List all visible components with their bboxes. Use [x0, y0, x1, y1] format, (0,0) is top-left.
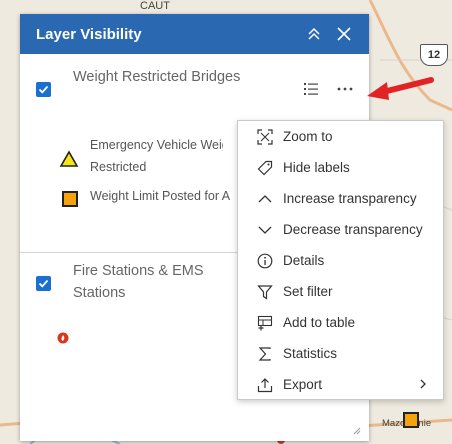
menu-item-details[interactable]: Details [238, 245, 443, 276]
legend-label-emergency-vehicle: Emergency Vehicle Weig [90, 138, 223, 152]
menu-label: Set filter [283, 284, 333, 299]
ellipsis-icon [337, 87, 353, 91]
table-add-icon [255, 313, 275, 333]
orange-square-symbol [62, 191, 78, 207]
route-shield: 12 [420, 44, 448, 66]
menu-label: Decrease transparency [283, 222, 423, 237]
menu-item-add-to-table[interactable]: Add to table [238, 307, 443, 338]
menu-item-increase-transparency[interactable]: Increase transparency [238, 183, 443, 214]
legend-toggle-button[interactable] [302, 80, 320, 98]
menu-item-set-filter[interactable]: Set filter [238, 276, 443, 307]
menu-label: Hide labels [283, 160, 350, 175]
menu-label: Details [283, 253, 325, 268]
chevron-up-icon [255, 189, 275, 209]
sigma-icon [255, 344, 275, 364]
fire-icon [57, 332, 69, 344]
legend-label-restricted: Restricted [90, 160, 147, 174]
zoom-to-icon [255, 127, 275, 147]
layer-options-button[interactable] [334, 80, 356, 98]
chevron-right-icon [419, 377, 433, 392]
layer-title-weight-restricted-bridges[interactable]: Weight Restricted Bridges [73, 67, 240, 88]
menu-item-hide-labels[interactable]: Hide labels [238, 152, 443, 183]
tag-icon [255, 158, 275, 178]
layer-title-fire-stations-line2[interactable]: Stations [73, 283, 125, 304]
panel-title: Layer Visibility [36, 25, 142, 43]
yellow-triangle-symbol [59, 150, 79, 167]
layer-options-menu: Zoom to Hide labels Increase transparenc… [237, 120, 444, 400]
legend-list-icon [304, 83, 318, 95]
menu-item-statistics[interactable]: Statistics [238, 338, 443, 369]
menu-label: Add to table [283, 315, 356, 330]
menu-label: Zoom to [283, 129, 333, 144]
menu-item-decrease-transparency[interactable]: Decrease transparency [238, 214, 443, 245]
menu-item-zoom-to[interactable]: Zoom to [238, 121, 443, 152]
panel-header: Layer Visibility [20, 14, 369, 54]
checkmark-icon [38, 85, 49, 94]
menu-item-export[interactable]: Export [238, 369, 443, 400]
chevron-down-icon [255, 220, 275, 240]
resize-grip-icon[interactable] [351, 425, 361, 435]
filter-icon [255, 282, 275, 302]
info-icon [255, 251, 275, 271]
collapse-button[interactable] [303, 23, 325, 45]
legend-label-weight-limit-posted: Weight Limit Posted for A [90, 189, 231, 203]
checkmark-icon [38, 279, 49, 288]
map-orange-square-marker[interactable] [403, 412, 419, 428]
menu-label: Statistics [283, 346, 338, 361]
layer-title-fire-stations-line1[interactable]: Fire Stations & EMS [73, 261, 204, 282]
menu-label: Increase transparency [283, 191, 417, 206]
menu-label: Export [283, 377, 323, 392]
close-button[interactable] [333, 23, 355, 45]
export-icon [255, 375, 275, 395]
layer-checkbox-weight-restricted-bridges[interactable] [36, 82, 51, 97]
red-arrow-annotation [367, 77, 434, 100]
layer-checkbox-fire-stations[interactable] [36, 276, 51, 291]
close-icon [337, 27, 351, 41]
map-label-top: CAUT [140, 0, 170, 12]
chevrons-up-icon [308, 27, 320, 40]
